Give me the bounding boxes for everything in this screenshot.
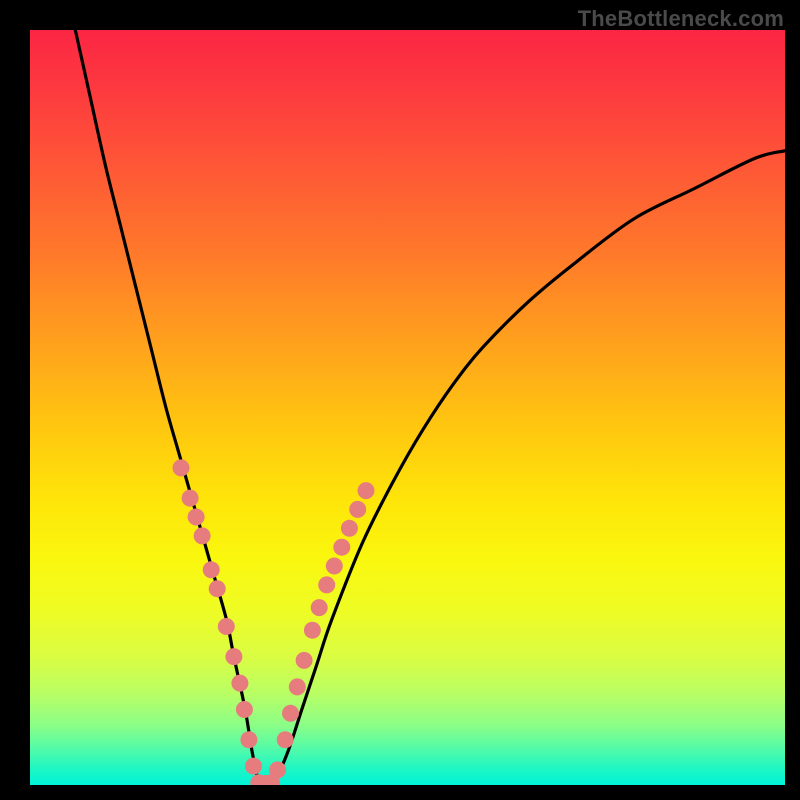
- marker-dot: [296, 652, 313, 669]
- chart-svg: [30, 30, 785, 785]
- watermark-text: TheBottleneck.com: [578, 6, 784, 32]
- marker-dot: [358, 482, 375, 499]
- marker-dot: [269, 761, 286, 778]
- marker-dot: [311, 599, 328, 616]
- marker-dot: [341, 520, 358, 537]
- bottleneck-curve: [75, 30, 785, 785]
- marker-dot: [203, 561, 220, 578]
- marker-dot: [225, 648, 242, 665]
- marker-dot: [173, 459, 190, 476]
- marker-dot: [277, 731, 294, 748]
- marker-dot: [188, 509, 205, 526]
- marker-dot: [231, 675, 248, 692]
- marker-dot: [182, 490, 199, 507]
- marker-dots-group: [173, 459, 375, 785]
- marker-dot: [318, 576, 335, 593]
- marker-dot: [236, 701, 253, 718]
- marker-dot: [194, 527, 211, 544]
- chart-container: TheBottleneck.com: [0, 0, 800, 800]
- marker-dot: [289, 678, 306, 695]
- marker-dot: [349, 501, 366, 518]
- marker-dot: [304, 622, 321, 639]
- marker-dot: [240, 731, 257, 748]
- marker-dot: [245, 758, 262, 775]
- marker-dot: [333, 539, 350, 556]
- plot-area: [30, 30, 785, 785]
- marker-dot: [282, 705, 299, 722]
- marker-dot: [218, 618, 235, 635]
- marker-dot: [209, 580, 226, 597]
- marker-dot: [326, 558, 343, 575]
